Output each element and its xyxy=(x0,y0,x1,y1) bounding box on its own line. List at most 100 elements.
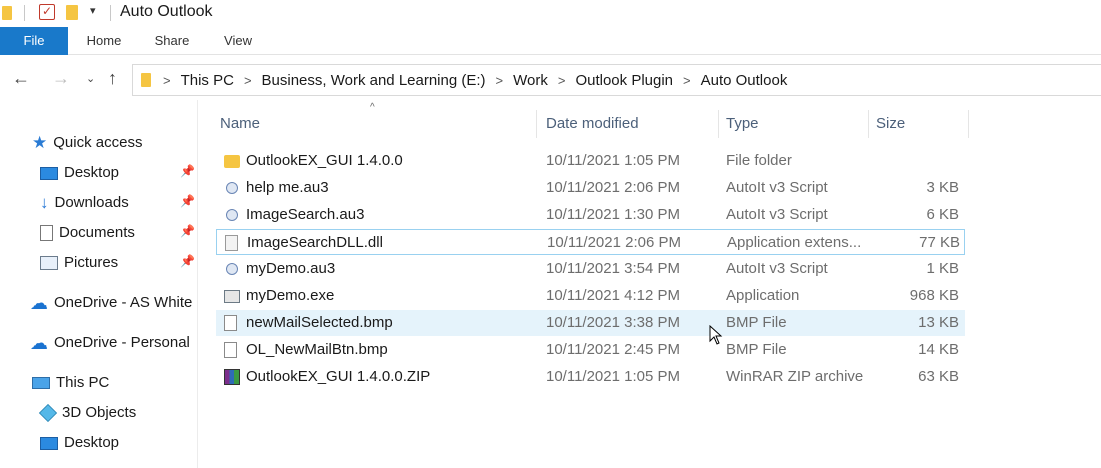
breadcrumb-auto-outlook[interactable]: Auto Outlook xyxy=(701,72,788,89)
column-header-name[interactable]: Name xyxy=(220,112,540,136)
file-size: 6 KB xyxy=(926,206,959,223)
sidebar-item-onedrive-personal[interactable]: ☁ OneDrive - Personal xyxy=(30,330,190,356)
desktop-icon xyxy=(40,166,58,180)
cloud-icon: ☁ xyxy=(30,333,48,354)
sidebar-item-label: Desktop xyxy=(64,164,120,181)
tab-file[interactable]: File xyxy=(0,27,68,55)
download-arrow-icon: ↓ xyxy=(40,193,49,213)
file-size: 3 KB xyxy=(926,179,959,196)
star-icon: ★ xyxy=(32,133,48,153)
file-type: BMP File xyxy=(726,314,787,331)
breadcrumb-work[interactable]: Work xyxy=(513,72,548,89)
pin-icon[interactable]: 📌 xyxy=(180,224,195,238)
new-folder-icon[interactable] xyxy=(66,5,78,20)
pin-icon[interactable]: 📌 xyxy=(180,254,195,268)
tab-home[interactable]: Home xyxy=(72,27,136,55)
tab-view[interactable]: View xyxy=(208,27,268,55)
separator xyxy=(110,5,111,21)
column-divider[interactable] xyxy=(968,110,969,138)
breadcrumb-outlook-plugin[interactable]: Outlook Plugin xyxy=(575,72,673,89)
file-size: 968 KB xyxy=(909,287,959,304)
breadcrumb: > This PC > Business, Work and Learning … xyxy=(163,72,787,89)
file-size: 13 KB xyxy=(918,314,959,331)
sidebar-item-label: Quick access xyxy=(53,134,143,151)
file-name: newMailSelected.bmp xyxy=(246,314,393,331)
file-row[interactable]: ImageSearchDLL.dll 10/11/2021 2:06 PM Ap… xyxy=(216,229,965,255)
sidebar-item-label: Documents xyxy=(59,224,135,241)
sidebar-item-documents[interactable]: Documents xyxy=(40,220,135,246)
chevron-right-icon[interactable]: > xyxy=(683,73,691,88)
sidebar-item-quick-access[interactable]: ★ Quick access xyxy=(32,130,142,156)
column-header-type[interactable]: Type xyxy=(726,112,866,136)
pictures-icon xyxy=(40,256,58,271)
up-arrow-icon[interactable]: ↑ xyxy=(108,68,117,89)
file-size xyxy=(866,148,959,174)
forward-arrow-icon[interactable]: → xyxy=(52,68,70,89)
file-row[interactable]: OutlookEX_GUI 1.4.0.0.ZIP 10/11/2021 1:0… xyxy=(216,364,965,390)
pin-icon[interactable]: 📌 xyxy=(180,164,195,178)
column-divider[interactable] xyxy=(536,110,537,138)
file-row[interactable]: myDemo.exe 10/11/2021 4:12 PM Applicatio… xyxy=(216,283,965,309)
navigation-pane: ★ Quick access Desktop 📌 ↓ Downloads 📌 Doc… xyxy=(0,100,198,468)
bmp-file-icon xyxy=(224,315,237,331)
sidebar-item-desktop-pc[interactable]: Desktop xyxy=(40,430,119,456)
folder-icon xyxy=(141,73,151,87)
file-row[interactable]: OL_NewMailBtn.bmp 10/11/2021 2:45 PM BMP… xyxy=(216,337,965,363)
recent-locations-chevron-icon[interactable]: ⌄ xyxy=(86,72,95,85)
file-date: 10/11/2021 4:12 PM xyxy=(546,287,680,304)
computer-icon xyxy=(32,377,50,390)
file-row[interactable]: ImageSearch.au3 10/11/2021 1:30 PM AutoI… xyxy=(216,202,965,228)
sidebar-item-label: Downloads xyxy=(54,194,129,211)
file-name: myDemo.exe xyxy=(246,287,335,304)
chevron-right-icon[interactable]: > xyxy=(496,73,504,88)
dll-file-icon xyxy=(225,235,238,251)
file-row[interactable]: help me.au3 10/11/2021 2:06 PM AutoIt v3… xyxy=(216,175,965,201)
autoit-script-icon xyxy=(226,182,238,194)
breadcrumb-drive-e[interactable]: Business, Work and Learning (E:) xyxy=(262,72,486,89)
breadcrumb-this-pc[interactable]: This PC xyxy=(181,72,234,89)
pin-icon[interactable]: 📌 xyxy=(180,194,195,208)
quick-access-toolbar-dropdown-icon[interactable]: ▾ xyxy=(90,4,96,17)
chevron-right-icon[interactable]: > xyxy=(163,73,171,88)
document-icon xyxy=(40,225,53,242)
ribbon-tabs: File Home Share View xyxy=(0,27,1101,55)
zip-archive-icon xyxy=(224,369,240,385)
column-header-size[interactable]: Size xyxy=(876,112,966,136)
column-divider[interactable] xyxy=(868,110,869,138)
sidebar-item-onedrive-work[interactable]: ☁ OneDrive - AS White xyxy=(30,290,192,316)
sidebar-item-pictures[interactable]: Pictures xyxy=(40,250,118,276)
column-header-date-modified[interactable]: Date modified xyxy=(546,112,716,136)
exe-file-icon xyxy=(224,290,240,303)
back-arrow-icon[interactable]: ← xyxy=(12,68,30,89)
sidebar-item-desktop[interactable]: Desktop xyxy=(40,160,119,186)
file-row[interactable]: OutlookEX_GUI 1.4.0.0 10/11/2021 1:05 PM… xyxy=(216,148,965,174)
file-date: 10/11/2021 3:54 PM xyxy=(546,260,680,277)
file-date: 10/11/2021 2:06 PM xyxy=(546,179,680,196)
sidebar-item-label: OneDrive - AS White xyxy=(54,294,193,311)
file-name: ImageSearchDLL.dll xyxy=(247,234,383,251)
chevron-right-icon[interactable]: > xyxy=(244,73,252,88)
file-type: File folder xyxy=(726,152,792,169)
file-row[interactable]: newMailSelected.bmp 10/11/2021 3:38 PM B… xyxy=(216,310,965,336)
folder-icon xyxy=(2,6,12,20)
sidebar-item-label: Desktop xyxy=(64,434,120,451)
sidebar-item-label: Pictures xyxy=(64,254,119,271)
tab-share[interactable]: Share xyxy=(140,27,204,55)
sidebar-item-this-pc[interactable]: This PC xyxy=(32,370,109,396)
file-name: OutlookEX_GUI 1.4.0.0.ZIP xyxy=(246,368,431,385)
file-size: 63 KB xyxy=(918,368,959,385)
chevron-right-icon[interactable]: > xyxy=(558,73,566,88)
file-row[interactable]: myDemo.au3 10/11/2021 3:54 PM AutoIt v3 … xyxy=(216,256,965,282)
sidebar-item-label: 3D Objects xyxy=(62,404,137,421)
properties-icon[interactable]: ✓ xyxy=(39,4,55,20)
separator xyxy=(24,5,25,21)
file-date: 10/11/2021 2:45 PM xyxy=(546,341,680,358)
column-divider[interactable] xyxy=(718,110,719,138)
file-date: 10/11/2021 3:38 PM xyxy=(546,314,680,331)
file-size: 14 KB xyxy=(918,341,959,358)
file-type: AutoIt v3 Script xyxy=(726,206,828,223)
address-bar[interactable]: > This PC > Business, Work and Learning … xyxy=(132,64,1101,96)
sidebar-item-downloads[interactable]: ↓ Downloads xyxy=(40,190,129,216)
sidebar-item-3d-objects[interactable]: 3D Objects xyxy=(38,400,137,426)
file-list: ^ Name Date modified Type Size OutlookEX… xyxy=(200,100,1101,468)
